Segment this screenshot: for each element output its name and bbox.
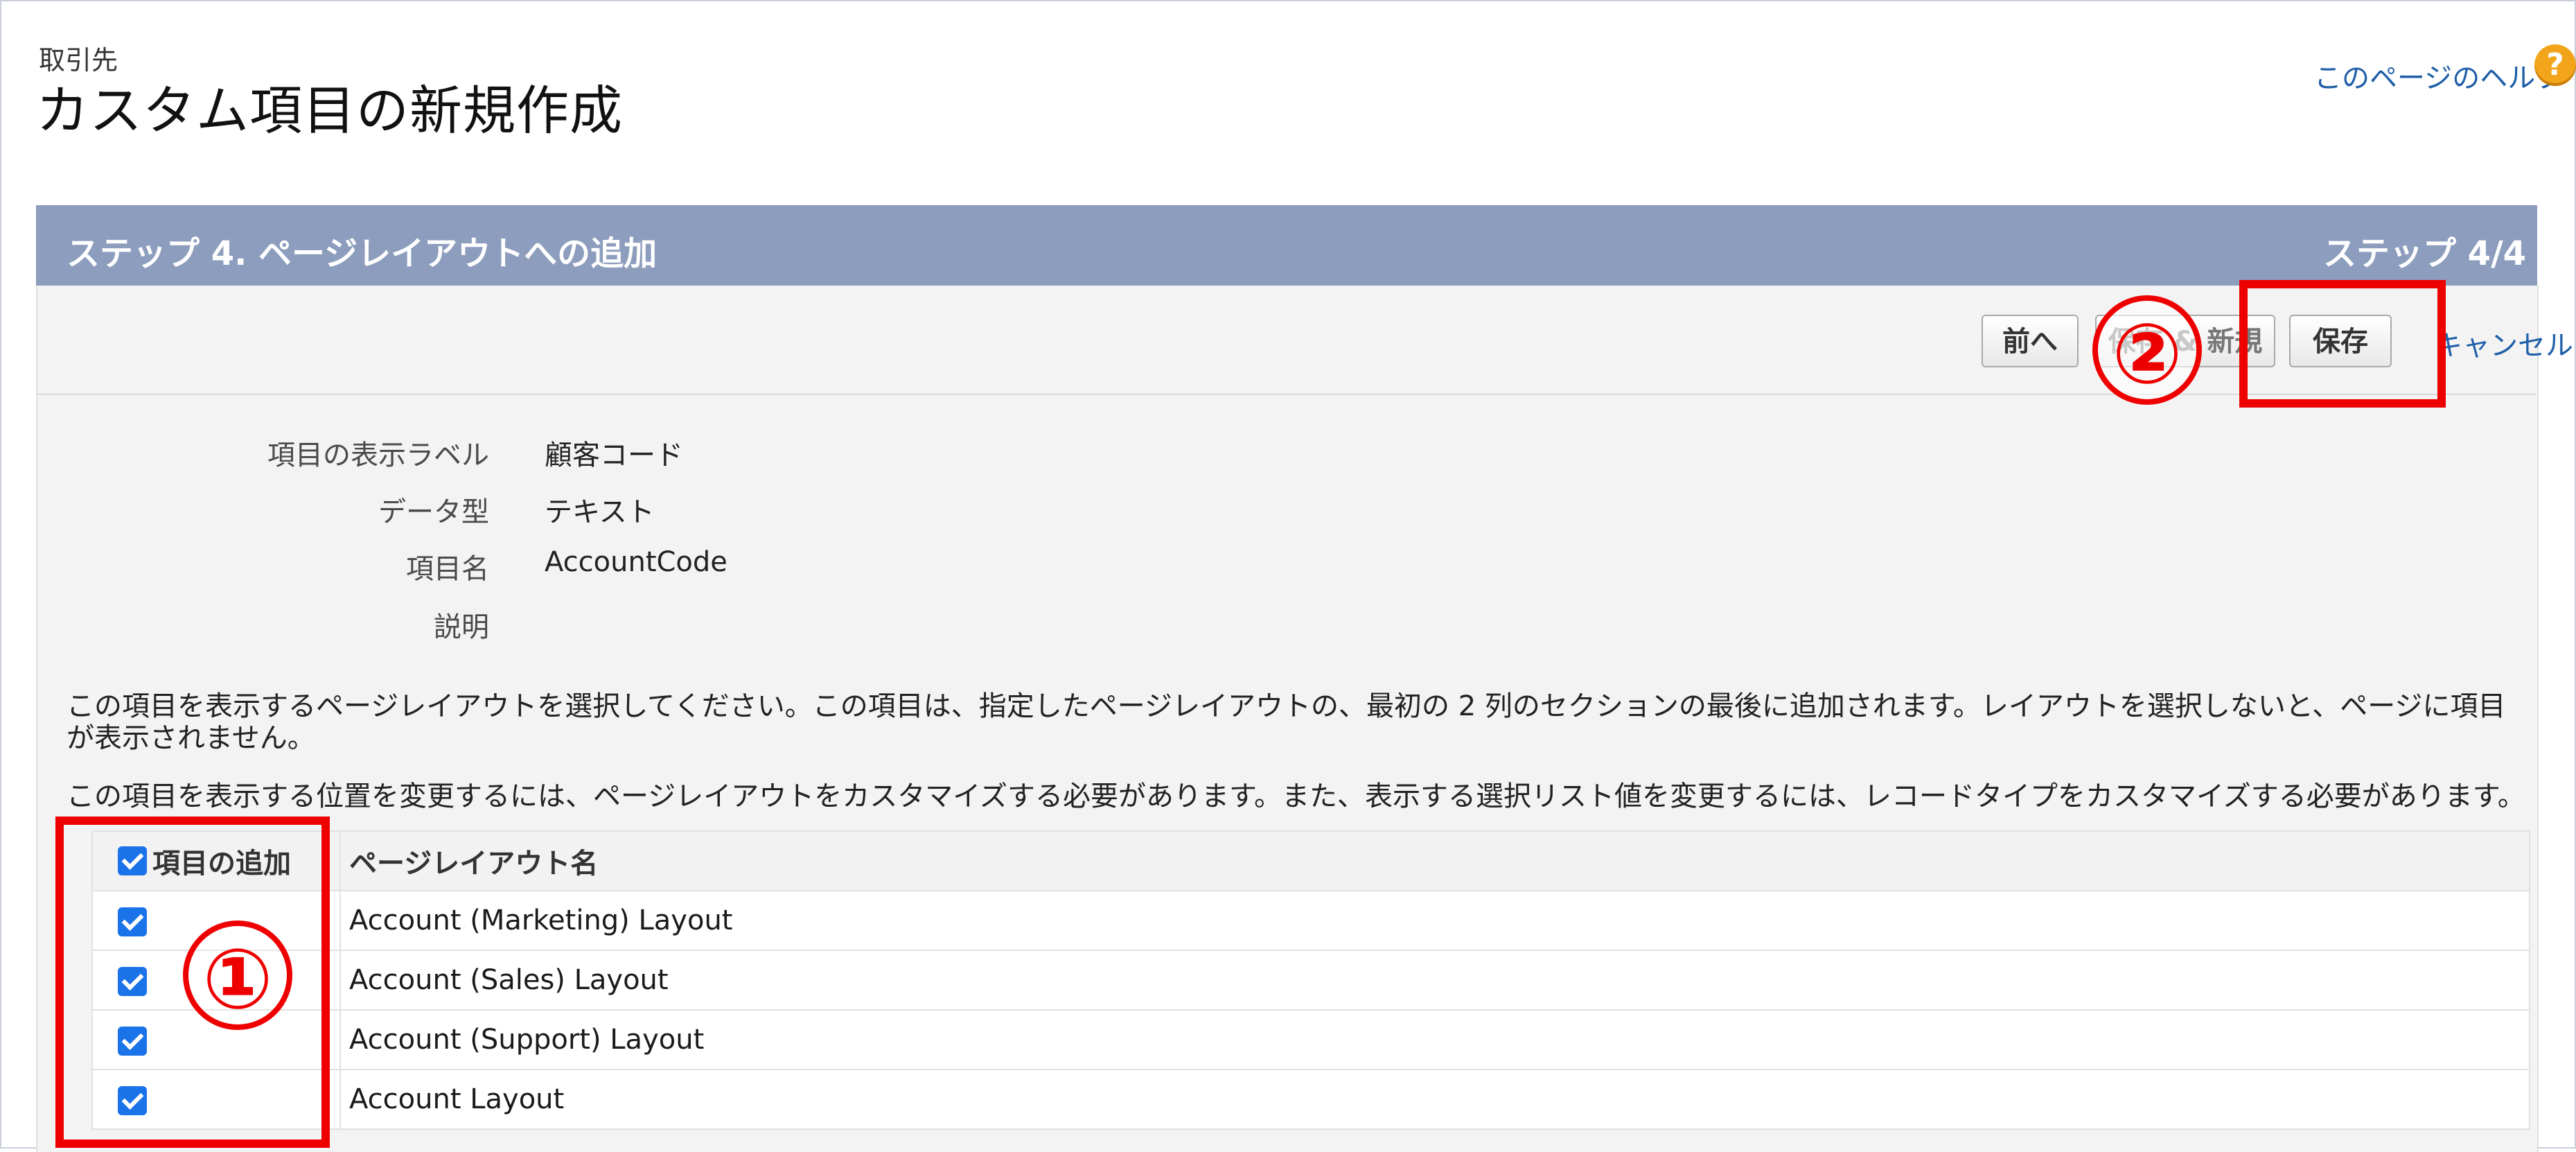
instruction-paragraph-2: この項目を表示する位置を変更するには、ページレイアウトをカスタマイズする必要があ… [67, 780, 2525, 812]
annotation-marker-2: ② [2092, 295, 2202, 405]
layout-name-header: ページレイアウト名 [339, 830, 2530, 891]
table-row: Account (Support) Layout [91, 1009, 2530, 1070]
layout-name: Account Layout [339, 1069, 2530, 1130]
annotation-box-save [2239, 280, 2446, 408]
step-count: ステップ 4/4 [2322, 234, 2526, 273]
field-label-display-label: 項目の表示ラベル [267, 439, 489, 471]
table-row: Account Layout [91, 1069, 2530, 1130]
field-label-description: 説明 [434, 611, 489, 643]
table-row: Account (Marketing) Layout [91, 890, 2530, 951]
table-row: Account (Sales) Layout [91, 950, 2530, 1011]
layout-name: Account (Support) Layout [339, 1009, 2530, 1070]
field-value-field-name: AccountCode [545, 546, 727, 578]
help-link[interactable]: このページのヘルプ [2314, 55, 2563, 96]
field-label-data-type: データ型 [378, 496, 489, 528]
help-icon[interactable]: ? [2534, 44, 2576, 86]
step-title: ステップ 4. ページレイアウトへの追加 [67, 234, 658, 273]
table-header-row: 項目の追加 ページレイアウト名 [91, 830, 2530, 891]
previous-button[interactable]: 前へ [1982, 315, 2079, 367]
field-label-field-name: 項目名 [406, 553, 489, 585]
layout-name: Account (Marketing) Layout [339, 890, 2530, 951]
page-layout-table: 項目の追加 ページレイアウト名 Account (Marketing) Layo… [91, 830, 2530, 1130]
step-header-bar: ステップ 4. ページレイアウトへの追加 ステップ 4/4 [36, 205, 2537, 286]
cancel-link[interactable]: キャンセル [2435, 323, 2573, 363]
field-value-data-type: テキスト [545, 496, 655, 528]
layout-name: Account (Sales) Layout [339, 950, 2530, 1011]
annotation-marker-1: ① [183, 920, 292, 1030]
page-title: カスタム項目の新規作成 [36, 80, 623, 141]
instruction-paragraph-1: この項目を表示するページレイアウトを選択してください。この項目は、指定したページ… [67, 690, 2506, 754]
field-value-display-label: 顧客コード [545, 439, 683, 471]
